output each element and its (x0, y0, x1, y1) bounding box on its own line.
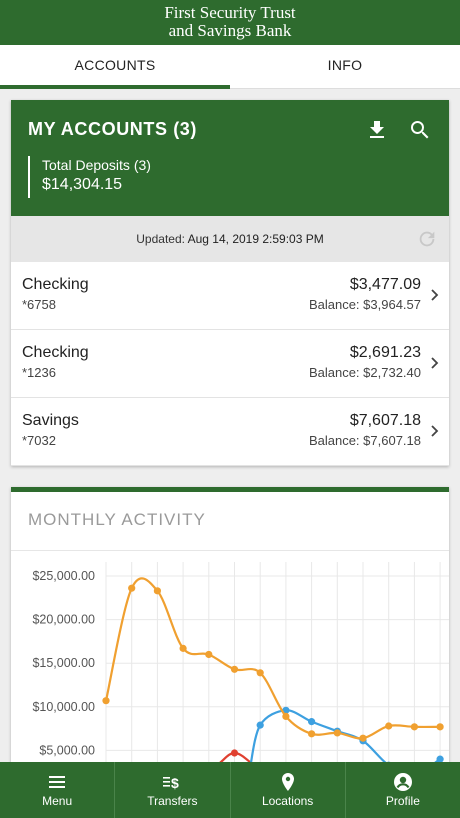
account-balance: Balance: $3,964.57 (308, 297, 421, 312)
profile-icon (393, 773, 412, 791)
account-available: $7,607.18 (349, 412, 421, 429)
my-accounts-card: MY ACCOUNTS (3) Total Deposits (3) $14,3… (11, 100, 449, 466)
y-tick-label: $10,000.00 (32, 700, 95, 714)
tab-accounts[interactable]: ACCOUNTS (0, 45, 230, 89)
total-deposits[interactable]: Total Deposits (3) $14,304.15 (28, 156, 151, 198)
y-tick-label: $20,000.00 (32, 613, 95, 627)
refresh-icon[interactable] (416, 228, 438, 250)
monthly-activity-chart: $25,000.00 $20,000.00 $15,000.00 $10,000.00… (32, 562, 449, 767)
data-point (230, 665, 239, 673)
data-point (333, 729, 341, 737)
menu-icon (49, 776, 66, 788)
data-point (410, 723, 418, 731)
account-available: $2,691.23 (349, 344, 421, 361)
data-point (153, 587, 161, 595)
account-number: *7032 (22, 433, 56, 448)
account-number: *1236 (22, 365, 56, 380)
data-point (256, 669, 264, 677)
monthly-activity-card: MONTHLY ACTIVITY $25,000.00 $20,000.00 $15… (11, 487, 449, 767)
account-name: Checking (22, 276, 89, 293)
bank-name-line2: and Savings Bank (168, 21, 292, 40)
accounts-header: MY ACCOUNTS (3) Total Deposits (3) $14,3… (11, 100, 449, 216)
data-point (436, 723, 444, 731)
data-point (385, 722, 393, 730)
account-row[interactable]: Checking *6758 $3,477.09 Balance: $3,964… (11, 262, 449, 330)
data-point (308, 718, 316, 726)
account-row[interactable]: Checking *1236 $2,691.23 Balance: $2,732… (11, 330, 449, 398)
nav-profile-label: Profile (385, 794, 420, 808)
y-tick-label: $5,000.00 (39, 743, 95, 757)
chevron-right-icon (431, 289, 439, 301)
svg-text:$: $ (171, 775, 179, 791)
data-point (230, 749, 239, 757)
account-balance: Balance: $7,607.18 (308, 433, 421, 448)
nav-menu[interactable]: Menu (0, 762, 116, 818)
bank-logo: First Security Trust and Savings Bank (0, 0, 460, 45)
bottom-nav: Menu $ Transfers Locations Profile (0, 762, 460, 818)
updated-bar: Updated: Aug 14, 2019 2:59:03 PM (11, 216, 449, 262)
data-point (282, 712, 290, 720)
download-icon[interactable] (365, 118, 389, 142)
data-point (102, 697, 110, 705)
data-point (179, 644, 187, 652)
total-deposits-value: $14,304.15 (42, 176, 123, 193)
account-number: *6758 (22, 297, 56, 312)
updated-label: Updated: (136, 232, 185, 246)
chevron-right-icon (431, 357, 439, 369)
data-point (128, 584, 136, 592)
updated-timestamp: Aug 14, 2019 2:59:03 PM (187, 232, 324, 246)
account-row[interactable]: Savings *7032 $7,607.18 Balance: $7,607.… (11, 398, 449, 466)
y-tick-label: $25,000.00 (32, 569, 95, 583)
bank-name-line1: First Security Trust (164, 3, 296, 22)
account-name: Checking (22, 344, 89, 361)
account-name: Savings (22, 412, 79, 429)
nav-transfers-label: Transfers (147, 794, 198, 808)
total-deposits-label: Total Deposits (3) (42, 157, 151, 173)
nav-locations-label: Locations (261, 794, 314, 808)
location-pin-icon (281, 773, 294, 791)
chevron-right-icon (431, 425, 439, 437)
transfers-icon: $ (163, 775, 179, 791)
nav-locations[interactable]: Locations (231, 762, 346, 818)
nav-profile[interactable]: Profile (346, 762, 460, 818)
data-point (359, 734, 367, 742)
data-point (256, 721, 264, 729)
data-point (205, 650, 213, 659)
account-available: $3,477.09 (349, 276, 421, 293)
data-point (308, 730, 316, 738)
accounts-title: MY ACCOUNTS (3) (28, 119, 198, 139)
nav-transfers[interactable]: $ Transfers (115, 762, 231, 818)
search-icon[interactable] (408, 118, 432, 142)
series-line (249, 709, 441, 767)
nav-menu-label: Menu (42, 794, 73, 808)
top-tabs: ACCOUNTS INFO (0, 45, 460, 89)
account-balance: Balance: $2,732.40 (308, 365, 421, 380)
y-tick-label: $15,000.00 (32, 656, 95, 670)
tab-info[interactable]: INFO (230, 45, 460, 88)
